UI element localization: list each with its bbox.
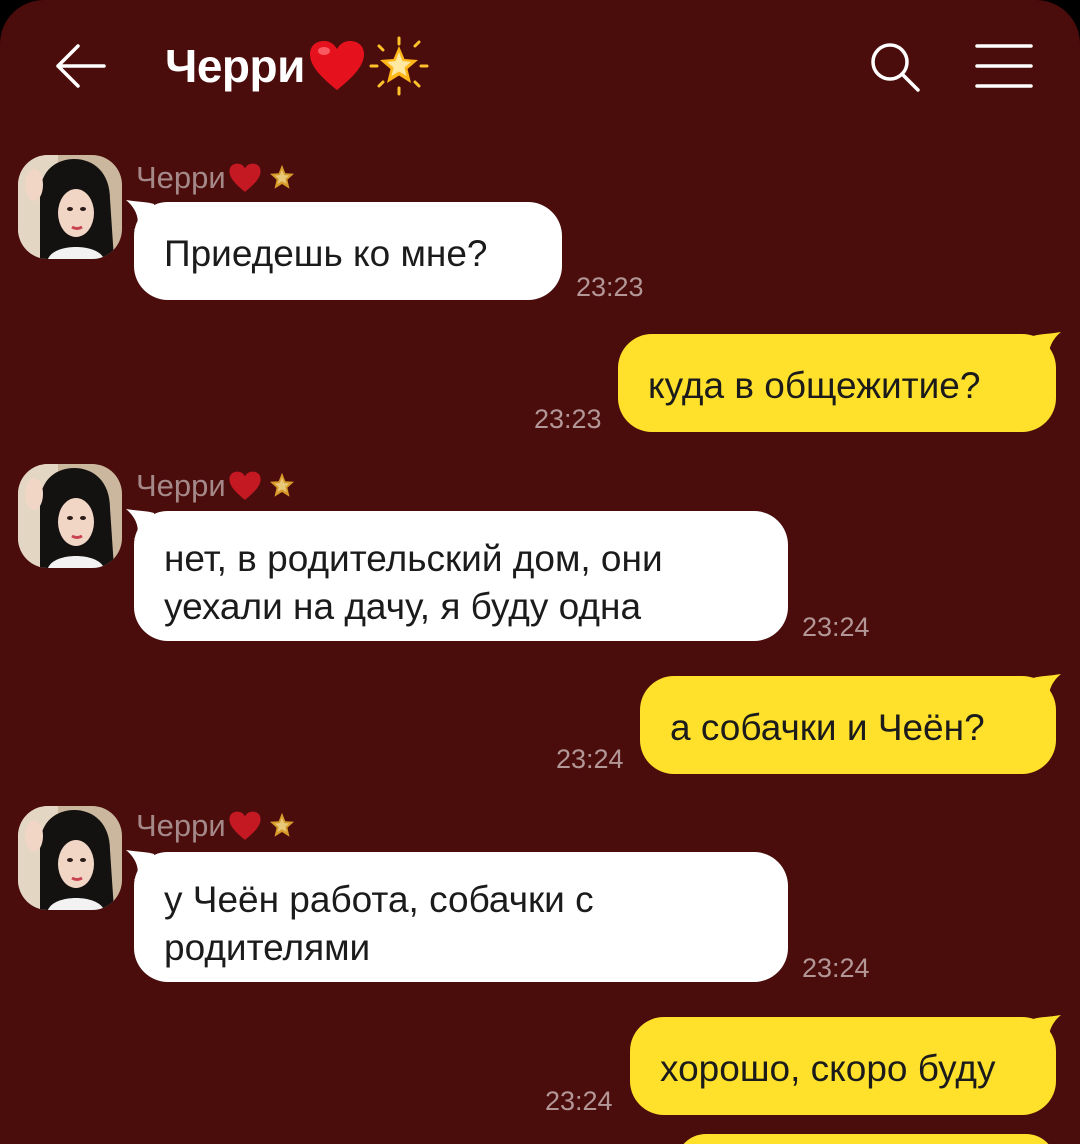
chat-header: Черри <box>0 0 1080 130</box>
back-arrow-icon <box>56 44 106 88</box>
bubble-tail <box>1033 674 1061 704</box>
glowing-star-icon <box>269 472 294 497</box>
menu-icon <box>975 44 1033 88</box>
sender-name: Черри <box>136 466 300 506</box>
glowing-star-icon <box>269 812 294 837</box>
message-line: у Чеён работа, собачки с <box>164 879 594 920</box>
message-line: нет, в родительский дом, они <box>164 538 663 579</box>
message-time: 23:23 <box>534 404 602 434</box>
message-bubble-outgoing-partial[interactable] <box>676 1134 1056 1144</box>
message-bubble-incoming[interactable]: Приедешь ко мне? <box>134 202 562 300</box>
sender-name: Черри <box>136 158 300 198</box>
message-bubble-incoming[interactable]: у Чеён работа, собачки с родителями <box>134 852 788 982</box>
chat-screen: Черри Черри Приедешь ко мне? 23:23 куда … <box>0 0 1080 1144</box>
back-button[interactable] <box>50 40 110 92</box>
glowing-star-icon <box>369 36 429 96</box>
message-time: 23:24 <box>802 953 870 983</box>
chat-title: Черри <box>165 34 429 98</box>
message-bubble-incoming[interactable]: нет, в родительский дом, они уехали на д… <box>134 511 788 641</box>
chat-title-text: Черри <box>165 40 305 92</box>
avatar[interactable] <box>18 155 122 259</box>
glowing-star-icon <box>269 164 294 189</box>
red-heart-icon <box>229 163 261 192</box>
message-time: 23:23 <box>576 272 644 302</box>
message-time: 23:24 <box>556 744 624 774</box>
search-button[interactable] <box>868 40 922 94</box>
bubble-tail <box>1033 332 1061 362</box>
message-line: уехали на дачу, я буду одна <box>164 586 642 627</box>
message-bubble-outgoing[interactable]: хорошо, скоро буду <box>630 1017 1056 1115</box>
message-bubble-outgoing[interactable]: куда в общежитие? <box>618 334 1056 432</box>
bubble-tail <box>1033 1015 1061 1045</box>
red-heart-icon <box>309 41 364 90</box>
message-time: 23:24 <box>802 612 870 642</box>
menu-button[interactable] <box>974 42 1034 90</box>
avatar[interactable] <box>18 464 122 568</box>
message-time: 23:24 <box>545 1086 613 1116</box>
red-heart-icon <box>229 471 261 500</box>
sender-name: Черри <box>136 806 300 846</box>
message-line: родителями <box>164 927 371 968</box>
avatar[interactable] <box>18 806 122 910</box>
message-bubble-outgoing[interactable]: а собачки и Чеён? <box>640 676 1056 774</box>
avatar-photo <box>18 464 122 568</box>
avatar-photo <box>18 155 122 259</box>
red-heart-icon <box>229 811 261 840</box>
search-icon <box>871 43 920 92</box>
avatar-photo <box>18 806 122 910</box>
